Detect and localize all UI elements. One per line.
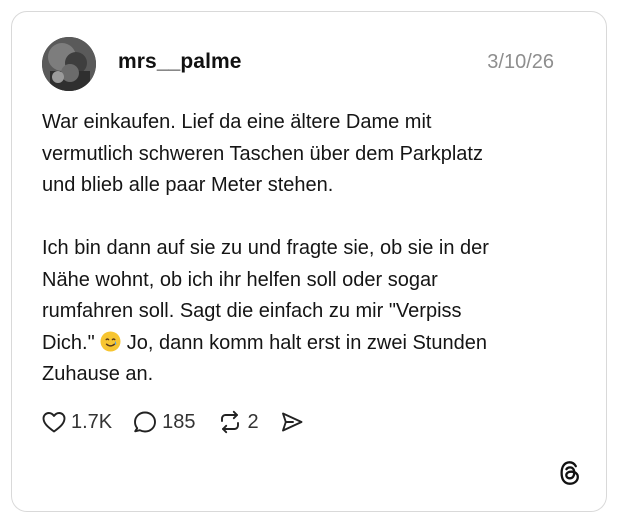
- smiling-face-with-tear-icon: [100, 331, 121, 352]
- post-text: War einkaufen. Lief da eine ältere Dame …: [42, 107, 562, 391]
- post-text-part-1: War einkaufen. Lief da eine ältere Dame …: [42, 111, 489, 354]
- reply-button[interactable]: 185: [132, 410, 196, 434]
- heart-icon: [42, 412, 66, 433]
- repost-button[interactable]: 2: [216, 410, 259, 434]
- send-icon: [281, 412, 303, 432]
- avatar[interactable]: [42, 37, 96, 91]
- username[interactable]: mrs__palme: [118, 50, 242, 74]
- post-card: mrs__palme 3/10/26 War einkaufen. Lief d…: [11, 11, 607, 512]
- action-bar: 1.7K 185 2: [41, 407, 325, 437]
- reply-count: 185: [162, 410, 196, 433]
- like-count: 1.7K: [71, 410, 113, 433]
- threads-logo-icon: [560, 461, 579, 485]
- post-date: 3/10/26: [487, 51, 554, 73]
- repost-icon: [220, 410, 239, 434]
- like-button[interactable]: 1.7K: [41, 410, 112, 434]
- speech-bubble-icon: [134, 411, 157, 433]
- repost-count: 2: [247, 410, 259, 433]
- share-button[interactable]: [279, 410, 305, 434]
